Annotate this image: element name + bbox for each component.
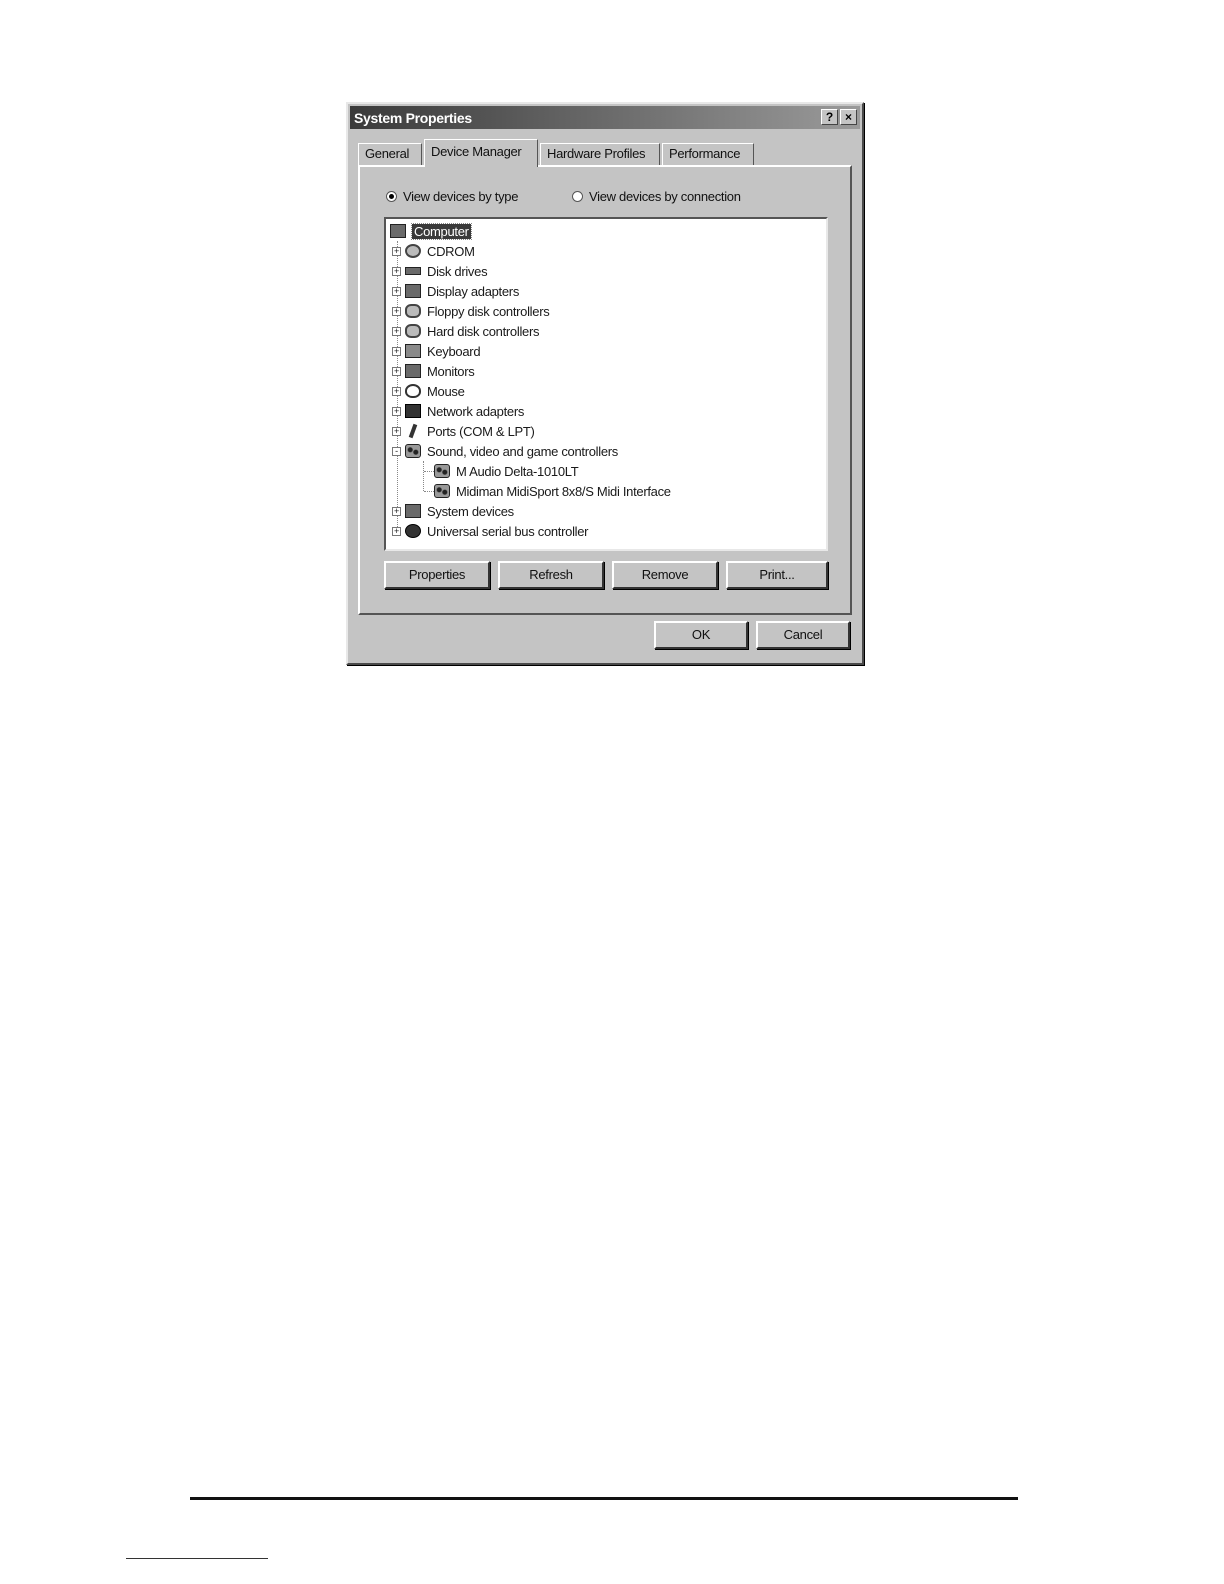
tree-item-label: Mouse — [427, 383, 465, 399]
device-manager-panel: View devices by type View devices by con… — [358, 165, 852, 615]
tree-connector-line — [424, 491, 434, 492]
tab-performance[interactable]: Performance — [662, 143, 754, 165]
view-by-connection-option[interactable]: View devices by connection — [572, 189, 741, 204]
sound-device-icon — [434, 484, 450, 498]
tree-item-mouse[interactable]: + Mouse — [392, 381, 465, 401]
tree-item-sound-controllers[interactable]: - Sound, video and game controllers — [392, 441, 618, 461]
expand-icon[interactable]: + — [392, 346, 401, 356]
tree-item-m-audio-delta[interactable]: M Audio Delta-1010LT — [434, 461, 579, 481]
expand-icon[interactable]: + — [392, 266, 401, 276]
tree-item-label: Universal serial bus controller — [427, 523, 589, 539]
tree-item-label: Monitors — [427, 363, 475, 379]
tab-general[interactable]: General — [358, 143, 422, 165]
cdrom-icon — [405, 244, 421, 258]
view-by-connection-label: View devices by connection — [589, 189, 741, 204]
tree-item-label: Hard disk controllers — [427, 323, 540, 339]
view-by-type-label: View devices by type — [403, 189, 519, 204]
port-icon — [408, 423, 418, 439]
disk-drive-icon — [405, 267, 421, 275]
tree-root-label: Computer — [411, 222, 472, 240]
tree-item-system-devices[interactable]: + System devices — [392, 501, 514, 521]
computer-icon — [390, 224, 406, 238]
tree-connector-line — [424, 471, 434, 472]
tree-item-disk-drives[interactable]: + Disk drives — [392, 261, 488, 281]
ok-button[interactable]: OK — [654, 621, 748, 649]
tree-item-label: Sound, video and game controllers — [427, 443, 619, 459]
cancel-button[interactable]: Cancel — [756, 621, 850, 649]
tree-item-label: Midiman MidiSport 8x8/S Midi Interface — [456, 483, 671, 499]
keyboard-icon — [405, 344, 421, 358]
monitor-icon — [405, 364, 421, 378]
footer-rule — [190, 1497, 1018, 1500]
floppy-controller-icon — [405, 304, 421, 318]
tree-item-monitors[interactable]: + Monitors — [392, 361, 475, 381]
tab-device-manager[interactable]: Device Manager — [424, 139, 538, 167]
tree-item-ports[interactable]: + Ports (COM & LPT) — [392, 421, 535, 441]
view-by-type-radio[interactable] — [386, 191, 397, 202]
display-adapter-icon — [405, 284, 421, 298]
sound-controller-icon — [405, 444, 421, 458]
collapse-icon[interactable]: - — [392, 446, 401, 456]
view-by-connection-radio[interactable] — [572, 191, 583, 202]
expand-icon[interactable]: + — [392, 406, 401, 416]
refresh-button[interactable]: Refresh — [498, 561, 604, 589]
expand-icon[interactable]: + — [392, 426, 401, 436]
tree-item-keyboard[interactable]: + Keyboard — [392, 341, 481, 361]
tree-item-label: CDROM — [427, 243, 475, 259]
tree-item-label: M Audio Delta-1010LT — [456, 463, 579, 479]
title-bar[interactable]: System Properties ? × — [350, 106, 860, 129]
hard-disk-controller-icon — [405, 324, 421, 338]
usb-icon — [405, 524, 421, 538]
remove-button[interactable]: Remove — [612, 561, 718, 589]
print-button[interactable]: Print... — [726, 561, 828, 589]
expand-icon[interactable]: + — [392, 386, 401, 396]
tree-item-label: Network adapters — [427, 403, 525, 419]
expand-icon[interactable]: + — [392, 526, 401, 536]
mouse-icon — [405, 384, 421, 398]
properties-button[interactable]: Properties — [384, 561, 490, 589]
tree-item-usb-controller[interactable]: + Universal serial bus controller — [392, 521, 589, 541]
tree-item-network-adapters[interactable]: + Network adapters — [392, 401, 524, 421]
tree-connector-line — [423, 461, 424, 491]
device-tree[interactable]: Computer + CDROM + Disk drives + Display… — [384, 217, 828, 551]
system-properties-dialog: System Properties ? × General Device Man… — [346, 102, 864, 665]
tree-root-computer[interactable]: Computer — [390, 221, 472, 241]
tree-item-label: Keyboard — [427, 343, 481, 359]
sound-device-icon — [434, 464, 450, 478]
expand-icon[interactable]: + — [392, 506, 401, 516]
expand-icon[interactable]: + — [392, 326, 401, 336]
network-adapter-icon — [405, 404, 421, 418]
tree-item-label: Floppy disk controllers — [427, 303, 550, 319]
close-button[interactable]: × — [840, 109, 857, 125]
tree-item-midiman-midisport[interactable]: Midiman MidiSport 8x8/S Midi Interface — [434, 481, 671, 501]
tree-item-label: Display adapters — [427, 283, 520, 299]
tree-item-display-adapters[interactable]: + Display adapters — [392, 281, 519, 301]
tree-item-floppy-controllers[interactable]: + Floppy disk controllers — [392, 301, 550, 321]
tree-item-label: Disk drives — [427, 263, 488, 279]
tree-item-label: Ports (COM & LPT) — [427, 423, 535, 439]
expand-icon[interactable]: + — [392, 286, 401, 296]
help-button[interactable]: ? — [821, 109, 838, 125]
system-devices-icon — [405, 504, 421, 518]
tree-item-hard-disk-controllers[interactable]: + Hard disk controllers — [392, 321, 539, 341]
tree-item-label: System devices — [427, 503, 514, 519]
expand-icon[interactable]: + — [392, 246, 401, 256]
footer-short-rule — [126, 1558, 268, 1559]
expand-icon[interactable]: + — [392, 306, 401, 316]
window-title: System Properties — [354, 110, 472, 126]
tab-hardware-profiles[interactable]: Hardware Profiles — [540, 143, 660, 165]
view-by-type-option[interactable]: View devices by type — [386, 189, 518, 204]
expand-icon[interactable]: + — [392, 366, 401, 376]
tree-item-cdrom[interactable]: + CDROM — [392, 241, 475, 261]
